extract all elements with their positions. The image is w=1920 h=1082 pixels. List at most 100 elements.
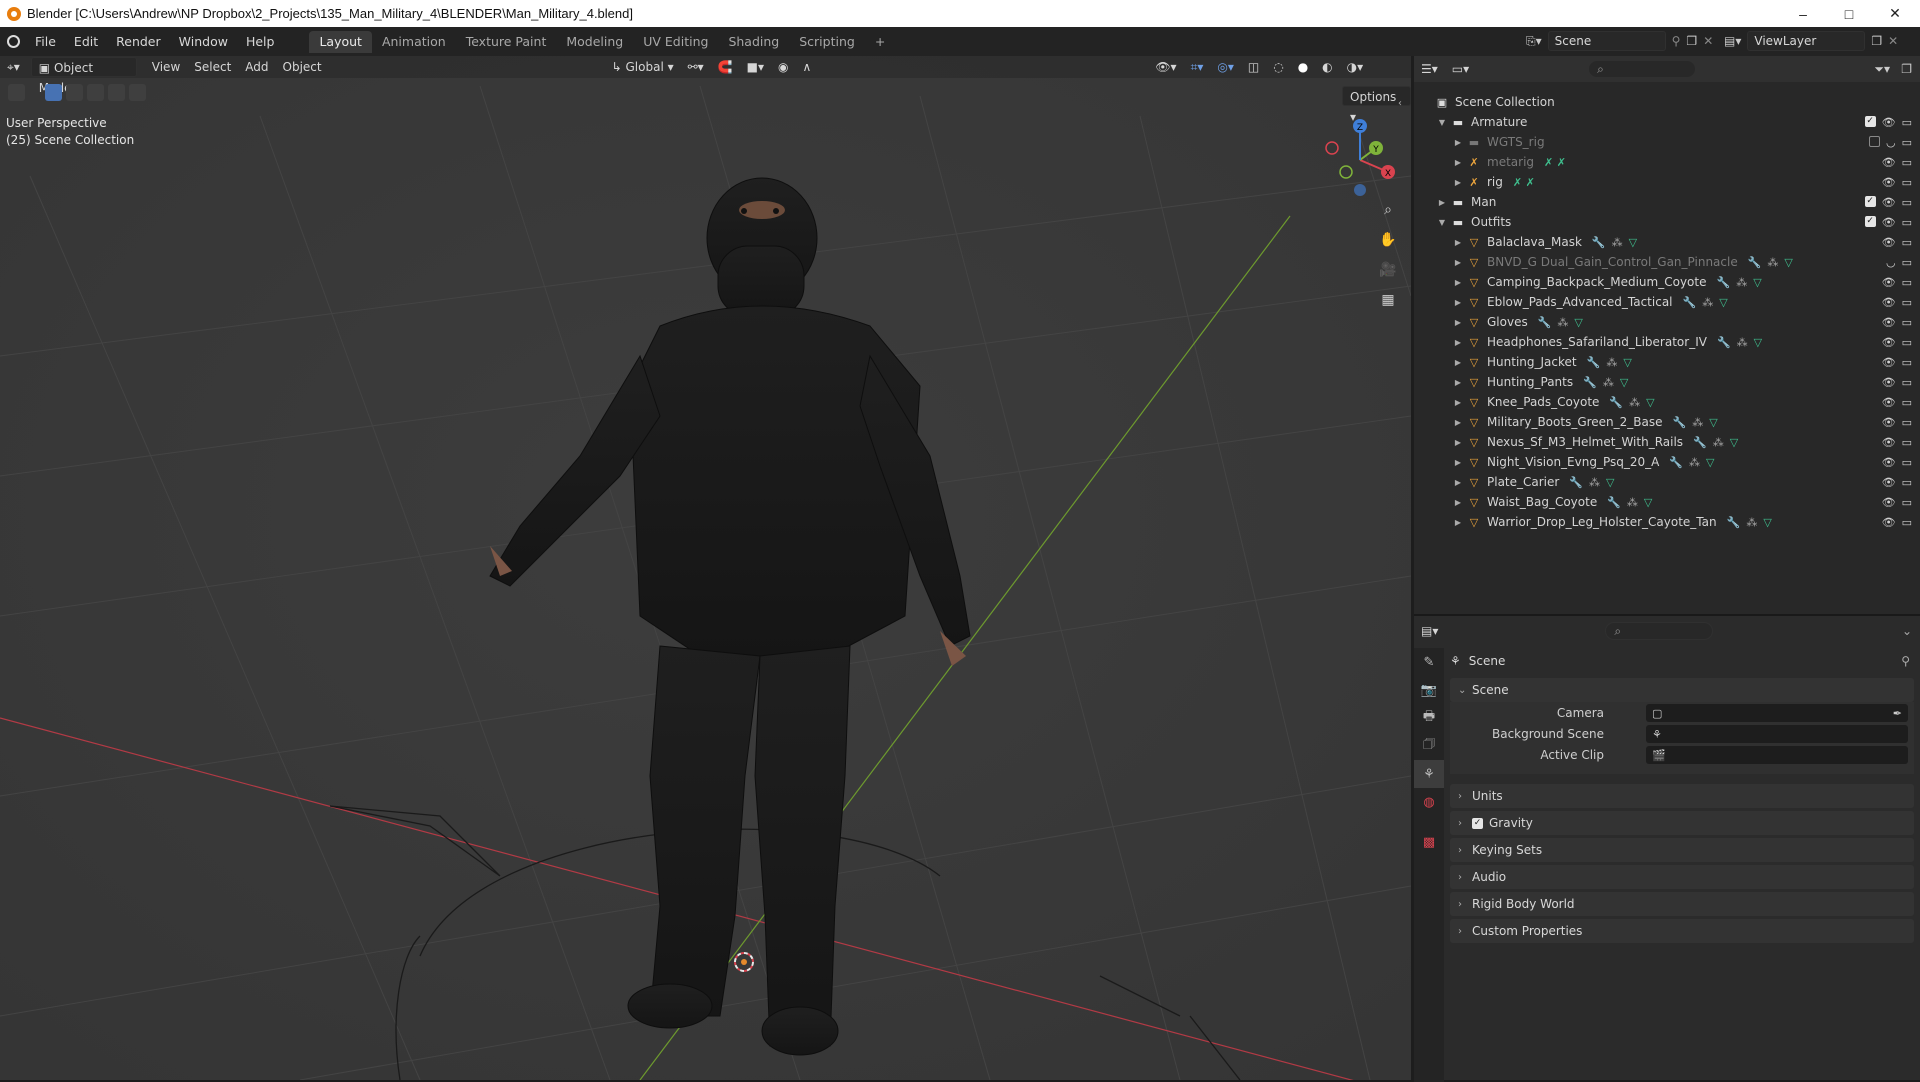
expand-right-icon[interactable]: ▶ bbox=[1452, 458, 1464, 467]
visibility-eye-icon[interactable]: 👁 bbox=[1882, 216, 1896, 229]
mesh-data-icon[interactable]: ▽ bbox=[1784, 256, 1792, 269]
outliner-row[interactable]: ▶ ▽ Gloves 🔧 ⁂ ▽ 👁 ▭ bbox=[1414, 312, 1920, 332]
mesh-data-icon[interactable]: ▽ bbox=[1644, 496, 1652, 509]
new-scene-icon[interactable]: ❐ bbox=[1686, 34, 1697, 48]
modifier-wrench-icon[interactable]: 🔧 bbox=[1607, 496, 1621, 509]
render-monitor-icon[interactable]: ▭ bbox=[1902, 276, 1912, 289]
render-monitor-icon[interactable]: ▭ bbox=[1902, 196, 1912, 209]
visibility-eye-icon[interactable]: 👁 bbox=[1882, 156, 1896, 169]
outliner-row[interactable]: ▼ ▬ Armature ✓ 👁 ▭ bbox=[1414, 112, 1920, 132]
render-monitor-icon[interactable]: ▭ bbox=[1902, 516, 1912, 529]
panel-keying-sets[interactable]: › Keying Sets bbox=[1450, 838, 1914, 862]
visibility-eye-icon[interactable]: 👁 bbox=[1882, 196, 1896, 209]
texture-tab-icon[interactable]: ▩ bbox=[1414, 828, 1444, 856]
panel-custom-properties[interactable]: › Custom Properties bbox=[1450, 919, 1914, 943]
tab-modeling[interactable]: Modeling bbox=[556, 31, 633, 53]
editor-type-button[interactable]: ⌖▾ bbox=[0, 57, 27, 77]
visibility-eye-icon[interactable]: 👁 bbox=[1882, 496, 1896, 509]
visibility-eye-icon[interactable]: 👁 bbox=[1882, 356, 1896, 369]
render-monitor-icon[interactable]: ▭ bbox=[1902, 316, 1912, 329]
solid-shading-icon[interactable]: ● bbox=[1291, 57, 1315, 77]
mesh-data-icon[interactable]: ▽ bbox=[1730, 436, 1738, 449]
vertex-groups-icon[interactable]: ⁂ bbox=[1689, 456, 1700, 469]
world-tab-icon[interactable]: ◍ bbox=[1414, 788, 1444, 816]
render-tab-icon[interactable]: 📷 bbox=[1414, 676, 1444, 704]
modifier-wrench-icon[interactable]: 🔧 bbox=[1693, 436, 1707, 449]
modifier-wrench-icon[interactable]: 🔧 bbox=[1538, 316, 1552, 329]
snap-toggle-icon[interactable]: 🧲 bbox=[711, 57, 740, 77]
collapse-sidebar-icon[interactable]: ‹ bbox=[1398, 98, 1402, 109]
panel-gravity[interactable]: › ✓ Gravity bbox=[1450, 811, 1914, 835]
expand-right-icon[interactable]: ▶ bbox=[1436, 198, 1448, 207]
outliner-row[interactable]: ▶ ▽ Night_Vision_Evng_Psq_20_A 🔧 ⁂ ▽ 👁 ▭ bbox=[1414, 452, 1920, 472]
navigation-gizmo[interactable]: X Y Z bbox=[1320, 116, 1400, 196]
visibility-eye-icon[interactable]: 👁 bbox=[1882, 336, 1896, 349]
render-monitor-icon[interactable]: ▭ bbox=[1902, 456, 1912, 469]
modifier-wrench-icon[interactable]: 🔧 bbox=[1609, 396, 1623, 409]
snap-target-icon[interactable]: ■▾ bbox=[740, 57, 771, 77]
3d-viewport[interactable]: ⌖▾ ▣ Object Mode ▾ View Select Add Objec… bbox=[0, 56, 1411, 1080]
scene-tab-icon[interactable]: ⚘ bbox=[1414, 760, 1444, 788]
modifier-wrench-icon[interactable]: 🔧 bbox=[1717, 336, 1731, 349]
tab-uv-editing[interactable]: UV Editing bbox=[633, 31, 718, 53]
tab-texture-paint[interactable]: Texture Paint bbox=[456, 31, 557, 53]
delete-scene-icon[interactable]: ✕ bbox=[1703, 34, 1713, 48]
visibility-eye-icon[interactable]: 👁 bbox=[1882, 396, 1896, 409]
viewlayer-browse-icon[interactable]: ▤▾ bbox=[1724, 34, 1741, 48]
outliner-row[interactable]: ▶ ▽ Balaclava_Mask 🔧 ⁂ ▽ 👁 ▭ bbox=[1414, 232, 1920, 252]
pan-hand-icon[interactable]: ✋ bbox=[1376, 228, 1400, 252]
blender-menu-icon[interactable] bbox=[0, 35, 26, 48]
modifier-wrench-icon[interactable]: 🔧 bbox=[1748, 256, 1762, 269]
visibility-eye-icon[interactable]: 👁 bbox=[1882, 176, 1896, 189]
show-overlays-icon[interactable]: ◎▾ bbox=[1210, 57, 1241, 77]
menu-edit[interactable]: Edit bbox=[65, 31, 107, 53]
visibility-eye-icon[interactable]: 👁 bbox=[1882, 476, 1896, 489]
menu-view[interactable]: View bbox=[145, 57, 187, 77]
visibility-eye-icon[interactable]: 👁 bbox=[1882, 456, 1896, 469]
select-invert-icon[interactable] bbox=[108, 84, 125, 101]
outliner-row[interactable]: ▶ ▽ Camping_Backpack_Medium_Coyote 🔧 ⁂ ▽ 👁 ▭ bbox=[1414, 272, 1920, 292]
mesh-data-icon[interactable]: ▽ bbox=[1753, 276, 1761, 289]
expand-right-icon[interactable]: ▶ bbox=[1452, 158, 1464, 167]
mesh-data-icon[interactable]: ▽ bbox=[1646, 396, 1654, 409]
visibility-eye-icon[interactable]: 👁 bbox=[1882, 376, 1896, 389]
menu-add[interactable]: Add bbox=[238, 57, 275, 77]
active-clip-field[interactable]: 🎬 bbox=[1646, 746, 1908, 764]
render-monitor-icon[interactable]: ▭ bbox=[1902, 296, 1912, 309]
expand-right-icon[interactable]: ▶ bbox=[1452, 138, 1464, 147]
modifier-wrench-icon[interactable]: 🔧 bbox=[1583, 376, 1597, 389]
render-monitor-icon[interactable]: ▭ bbox=[1902, 116, 1912, 129]
mesh-data-icon[interactable]: ▽ bbox=[1574, 316, 1582, 329]
expand-right-icon[interactable]: ▶ bbox=[1452, 258, 1464, 267]
select-intersect-icon[interactable] bbox=[129, 84, 146, 101]
expand-right-icon[interactable]: ▶ bbox=[1452, 178, 1464, 187]
vertex-groups-icon[interactable]: ⁂ bbox=[1702, 296, 1713, 309]
exclude-checkbox[interactable]: ✓ bbox=[1864, 215, 1876, 227]
pivot-point-icon[interactable]: ⚯▾ bbox=[681, 57, 711, 77]
mode-dropdown[interactable]: ▣ Object Mode ▾ bbox=[30, 57, 137, 95]
visibility-eye-icon[interactable]: 👁 bbox=[1882, 296, 1896, 309]
visibility-eye-icon[interactable]: ◡ bbox=[1886, 256, 1896, 269]
panel-rigid-body-world[interactable]: › Rigid Body World bbox=[1450, 892, 1914, 916]
armature-data-icon[interactable]: ✗ ✗ bbox=[1544, 156, 1566, 169]
modifier-wrench-icon[interactable]: 🔧 bbox=[1673, 416, 1687, 429]
close-button[interactable]: ✕ bbox=[1872, 0, 1918, 27]
maximize-button[interactable]: □ bbox=[1826, 0, 1872, 27]
pin-icon[interactable]: ⚲ bbox=[1901, 654, 1910, 668]
material-shading-icon[interactable]: ◐ bbox=[1315, 57, 1339, 77]
outliner-row[interactable]: ▶ ▽ Knee_Pads_Coyote 🔧 ⁂ ▽ 👁 ▭ bbox=[1414, 392, 1920, 412]
menu-object[interactable]: Object bbox=[276, 57, 329, 77]
panel-audio[interactable]: › Audio bbox=[1450, 865, 1914, 889]
modifier-wrench-icon[interactable]: 🔧 bbox=[1683, 296, 1697, 309]
expand-right-icon[interactable]: ▶ bbox=[1452, 498, 1464, 507]
scene-browse-icon[interactable]: ⎘▾ bbox=[1526, 34, 1542, 49]
outliner-root-row[interactable]: ▣ Scene Collection bbox=[1414, 92, 1920, 112]
render-monitor-icon[interactable]: ▭ bbox=[1902, 156, 1912, 169]
render-monitor-icon[interactable]: ▭ bbox=[1902, 136, 1912, 149]
filter-icon[interactable]: ⏷▾ bbox=[1874, 62, 1890, 77]
mesh-data-icon[interactable]: ▽ bbox=[1754, 336, 1762, 349]
mesh-data-icon[interactable]: ▽ bbox=[1763, 516, 1771, 529]
display-mode-icon[interactable]: ▭▾ bbox=[1445, 59, 1476, 79]
visibility-eye-icon[interactable]: 👁 bbox=[1882, 236, 1896, 249]
outliner-row[interactable]: ▼ ▬ Outfits ✓ 👁 ▭ bbox=[1414, 212, 1920, 232]
